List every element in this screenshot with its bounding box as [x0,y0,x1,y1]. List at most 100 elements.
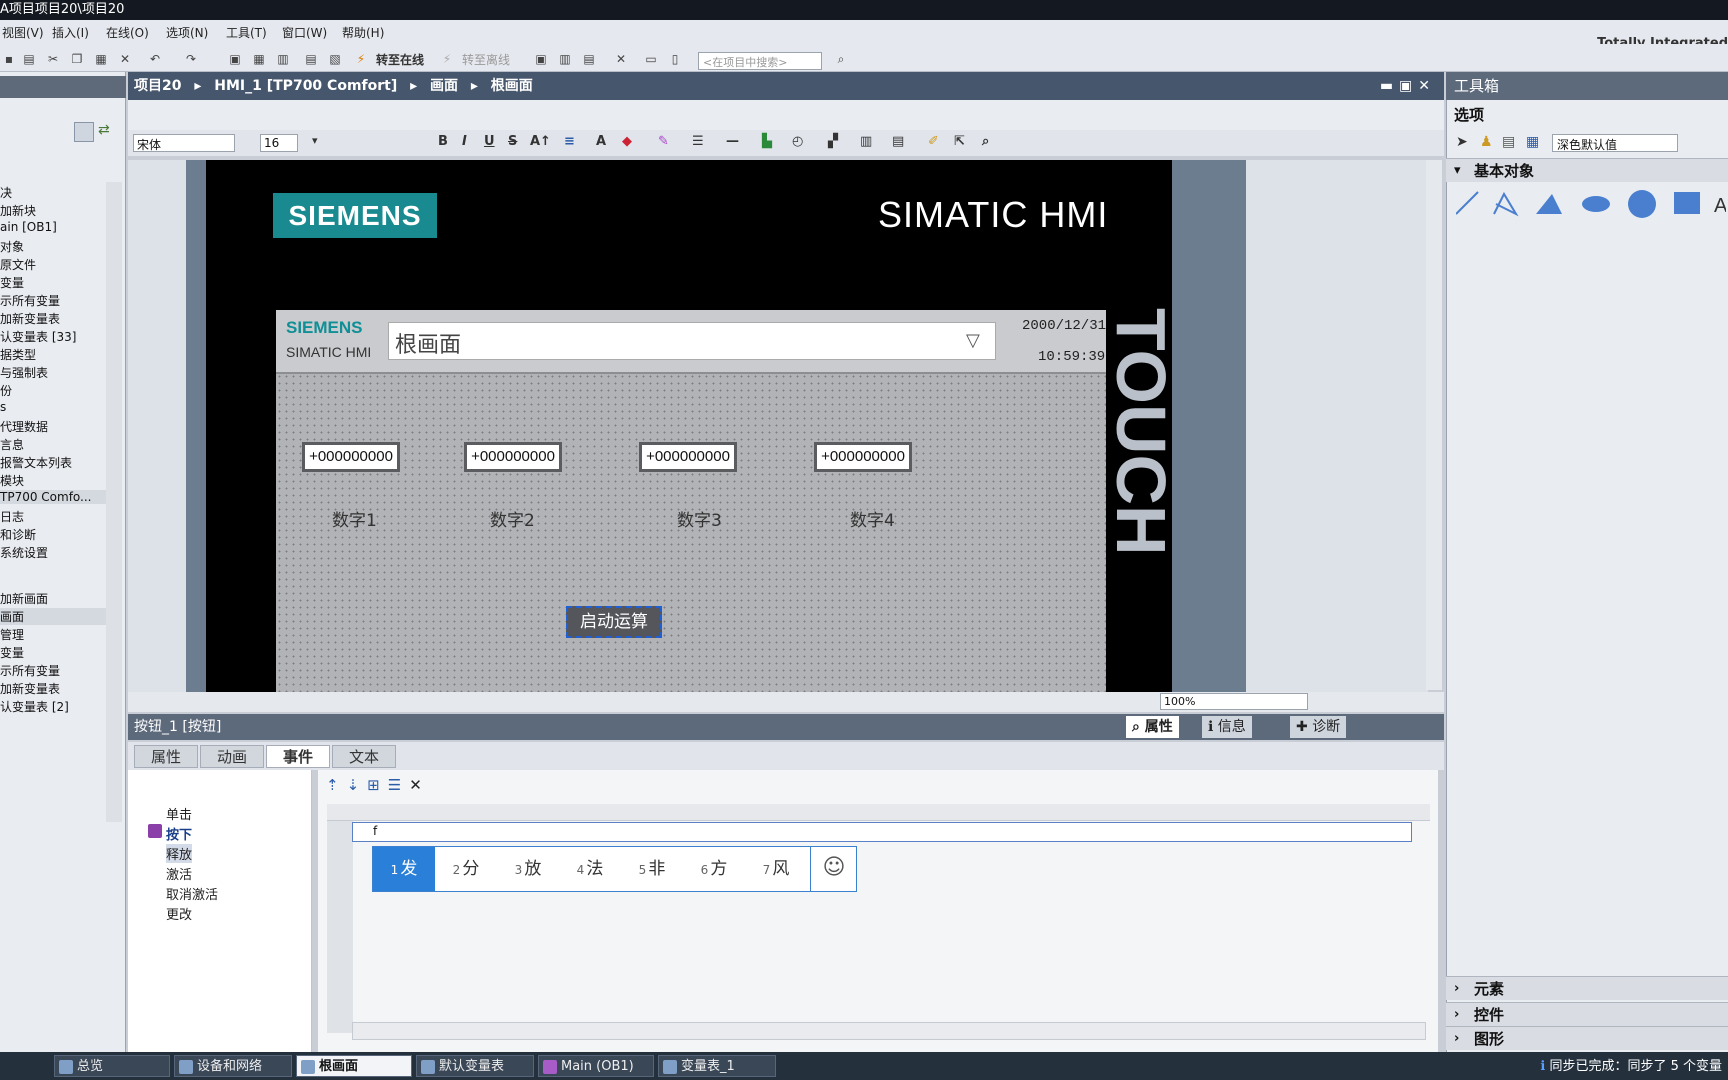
tree-item[interactable]: 与强制表 [0,364,48,381]
menu-tools[interactable]: 工具(T) [226,24,267,41]
ellipse-tool[interactable] [1582,196,1610,212]
ime-candidate[interactable]: 3放 [497,847,559,891]
tree-add-icon[interactable]: ⇄ [98,122,118,142]
polygon-tool[interactable] [1536,194,1562,214]
search-go-icon[interactable]: ⌕ [834,52,848,66]
split-horizontal-icon[interactable]: ▭ [644,52,658,66]
font-size-select[interactable]: 16 [260,134,298,152]
ime-candidate[interactable]: 4法 [559,847,621,891]
italic-icon[interactable]: I [462,134,467,149]
io-field-4[interactable]: +000000000 [814,442,912,472]
tree-item[interactable]: s [0,400,6,414]
copy-icon[interactable]: ❐ [70,52,84,66]
function-input[interactable]: f [352,822,1412,842]
redo-icon[interactable]: ↷ [184,52,198,66]
split-vertical-icon[interactable]: ▯ [668,52,682,66]
font-size-up-icon[interactable]: A↑ [530,134,551,149]
menu-view[interactable]: 视图(V) [2,24,44,41]
menu-insert[interactable]: 插入(I) [52,24,89,41]
tree-item[interactable]: 变量 [0,274,24,291]
screen-name-field[interactable]: 根画面 [388,322,996,360]
line-color-icon[interactable]: ✎ [658,134,669,149]
undo-icon[interactable]: ↶ [148,52,162,66]
polyline-tool[interactable] [1493,191,1519,217]
tree-item[interactable]: 和诊断 [0,526,36,543]
tree-item[interactable]: ain [OB1] [0,220,57,234]
bold-icon[interactable]: B [438,134,448,149]
ime-candidate[interactable]: 7风 [745,847,807,891]
rectangle-tool[interactable] [1674,192,1700,214]
move-down-icon[interactable]: ⇣ [347,776,368,794]
event-activate[interactable]: 激活 [166,864,192,883]
breadcrumb-project[interactable]: 项目20 [134,78,181,94]
event-press[interactable]: 按下 [166,824,192,843]
tree-item[interactable]: 决 [0,184,12,201]
tree-item[interactable]: 原文件 [0,256,36,273]
pointer-icon[interactable]: ➤ [1456,134,1468,150]
add-icon[interactable]: ⊞ [367,776,388,794]
go-online-icon[interactable]: ⚡ [354,52,368,66]
tree-item[interactable]: 加新块 [0,202,36,219]
tree-item[interactable]: 管理 [0,626,24,643]
emoji-icon[interactable]: ☺ [810,846,857,892]
paste-icon[interactable]: ▦ [94,52,108,66]
position-icon[interactable]: ⇱ [954,134,965,149]
tree-item[interactable]: 日志 [0,508,24,525]
task-devices[interactable]: 设备和网络 [174,1055,292,1077]
upload-icon[interactable]: ▥ [276,52,290,66]
tree-scrollbar[interactable] [106,182,122,822]
breadcrumb-screens[interactable]: 画面 [430,78,458,94]
font-dropdown-icon[interactable]: ▾ [312,134,318,147]
tree-item[interactable]: 言息 [0,436,24,453]
task-root-screen[interactable]: 根画面 [296,1055,412,1077]
line-style-icon[interactable]: ☰ [692,134,704,149]
tree-item[interactable]: 据类型 [0,346,36,363]
chevron-down-icon[interactable]: ▽ [966,330,986,351]
go-offline-button[interactable]: 转至离线 [462,51,510,68]
tree-item[interactable]: 加新画面 [0,590,48,607]
menu-options[interactable]: 选项(N) [166,24,208,41]
line-tool[interactable] [1456,191,1479,215]
strikethrough-icon[interactable]: S [508,134,517,149]
task-overview[interactable]: 总览 [54,1055,170,1077]
tree-item[interactable]: 变量 [0,644,24,661]
subtab-animation[interactable]: 动画 [200,745,264,768]
zoom-icon[interactable]: ⌕ [982,134,989,149]
tree-item[interactable]: 画面 [0,608,106,625]
tree-item[interactable]: 对象 [0,238,24,255]
align-objects-icon[interactable]: ▥ [860,134,872,149]
breadcrumb-root-screen[interactable]: 根画面 [491,78,533,94]
event-release[interactable]: 释放 [166,844,193,863]
tab-info[interactable]: ℹ 信息 [1202,716,1252,738]
accessible-devices-icon[interactable]: ▣ [534,52,548,66]
library-icon[interactable]: ▤ [1502,134,1515,150]
foreground-icon[interactable]: ▙ [762,134,772,149]
color-scheme-select[interactable]: 深色默认值 [1552,134,1678,152]
start-cpu-icon[interactable]: ▥ [558,52,572,66]
rotate-icon[interactable]: ◴ [792,134,803,149]
ime-candidate[interactable]: 1发 [373,847,435,891]
brush-icon[interactable]: ✐ [928,134,939,149]
text-tool[interactable]: A [1714,195,1726,217]
section-controls[interactable]: › 控件 [1446,1002,1728,1026]
tab-properties[interactable]: ⌕ 属性 [1126,716,1179,738]
section-graphics[interactable]: › 图形 [1446,1026,1728,1050]
menu-help[interactable]: 帮助(H) [342,24,384,41]
tree-item[interactable]: 加新变量表 [0,680,60,697]
canvas-vscroll[interactable] [1426,160,1442,690]
tree-item[interactable]: 模块 [0,472,24,489]
tree-item[interactable]: 系统设置 [0,544,48,561]
task-main-ob1[interactable]: Main (OB1) [538,1055,654,1077]
underline-icon[interactable]: U [484,134,495,149]
distribute-icon[interactable]: ▤ [892,134,904,149]
ime-candidate[interactable]: 5非 [621,847,683,891]
subtab-events[interactable]: 事件 [266,745,330,768]
breadcrumb-hmi[interactable]: HMI_1 [TP700 Comfort] [214,78,397,94]
font-family-select[interactable]: 宋体 [133,134,235,152]
section-elements[interactable]: › 元素 [1446,976,1728,1000]
io-field-2[interactable]: +000000000 [464,442,562,472]
tree-item[interactable]: 认变量表 [2] [0,698,69,715]
download-icon[interactable]: ▦ [252,52,266,66]
event-click[interactable]: 单击 [166,804,192,823]
user-icon[interactable]: ♟ [1480,134,1493,150]
